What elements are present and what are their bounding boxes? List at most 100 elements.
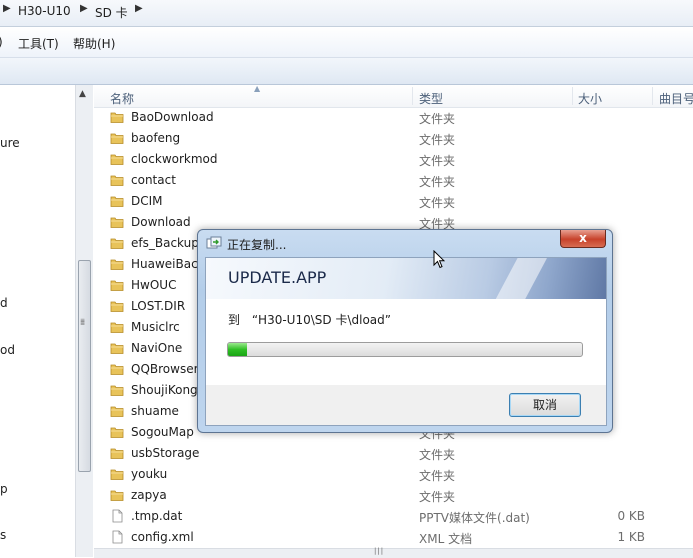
folder-icon bbox=[110, 236, 124, 250]
file-name: contact bbox=[131, 173, 176, 187]
menu-bar: ) 工具(T) 帮助(H) bbox=[0, 27, 693, 58]
file-name: HuaweiBack bbox=[131, 257, 205, 271]
nav-item[interactable]: d bbox=[0, 296, 8, 310]
file-row[interactable]: clockworkmod 文件夹 bbox=[94, 149, 693, 170]
folder-icon bbox=[110, 173, 124, 187]
copy-progress-dialog: 正在复制... x UPDATE.APP 到 “H30-U10\SD 卡\dlo… bbox=[197, 229, 613, 433]
address-bar[interactable]: ▶ H30-U10 ▶ SD 卡 ▶ bbox=[0, 0, 693, 27]
file-type: 文件夹 bbox=[419, 175, 456, 189]
file-type: 文件夹 bbox=[419, 448, 456, 462]
file-name: shuame bbox=[131, 404, 179, 418]
breadcrumb-h30-u10[interactable]: H30-U10 bbox=[18, 4, 71, 18]
nav-item[interactable]: od bbox=[0, 343, 15, 357]
file-type: 文件夹 bbox=[419, 112, 456, 126]
menu-item-tools[interactable]: 工具(T) bbox=[18, 35, 59, 52]
breadcrumb-separator-icon[interactable]: ▶ bbox=[3, 3, 11, 14]
column-divider[interactable] bbox=[412, 87, 413, 105]
command-toolbar bbox=[0, 58, 693, 85]
scroll-up-icon[interactable]: ▲ bbox=[79, 89, 86, 99]
menu-item-partial[interactable]: ) bbox=[0, 35, 3, 49]
folder-icon bbox=[110, 110, 124, 124]
folder-icon bbox=[110, 194, 124, 208]
folder-icon bbox=[110, 152, 124, 166]
file-name: youku bbox=[131, 467, 168, 481]
file-name: LOST.DIR bbox=[131, 299, 186, 313]
file-name: baofeng bbox=[131, 131, 181, 145]
column-divider[interactable] bbox=[572, 87, 573, 105]
destination-prefix: 到 bbox=[228, 313, 241, 327]
breadcrumb-separator-icon[interactable]: ▶ bbox=[80, 3, 88, 14]
folder-icon bbox=[110, 131, 124, 145]
scrollbar-thumb[interactable] bbox=[78, 260, 91, 472]
folder-icon bbox=[110, 278, 124, 292]
folder-icon bbox=[110, 320, 124, 334]
column-header-track[interactable]: 曲目号 bbox=[659, 90, 693, 107]
file-name: BaoDownload bbox=[131, 110, 214, 124]
scrollbar-grip-icon: ||| bbox=[374, 547, 385, 555]
file-name: efs_Backup bbox=[131, 236, 199, 250]
file-row[interactable]: .tmp.dat PPTV媒体文件(.dat) 0 KB bbox=[94, 506, 693, 527]
file-row[interactable]: youku 文件夹 bbox=[94, 464, 693, 485]
file-type: 文件夹 bbox=[419, 469, 456, 483]
folder-icon bbox=[110, 299, 124, 313]
file-type: PPTV媒体文件(.dat) bbox=[419, 511, 530, 525]
file-type: 文件夹 bbox=[419, 196, 456, 210]
column-header-row: ▲ 名称 类型 大小 曲目号 bbox=[94, 84, 693, 108]
file-name: usbStorage bbox=[131, 446, 200, 460]
folder-icon bbox=[110, 488, 124, 502]
file-name: zapya bbox=[131, 488, 167, 502]
file-name: HwOUC bbox=[131, 278, 177, 292]
file-name: NaviOne bbox=[131, 341, 183, 355]
column-divider[interactable] bbox=[652, 87, 653, 105]
breadcrumb-sd-card[interactable]: SD 卡 bbox=[95, 4, 128, 21]
column-header-name[interactable]: 名称 bbox=[110, 90, 134, 107]
copy-icon bbox=[206, 236, 222, 249]
navigation-pane: ure d od p s bbox=[0, 85, 75, 557]
mouse-cursor-icon bbox=[433, 250, 445, 269]
folder-icon bbox=[110, 341, 124, 355]
file-size: 1 KB bbox=[617, 530, 645, 544]
breadcrumb-separator-icon[interactable]: ▶ bbox=[135, 3, 143, 14]
folder-icon bbox=[110, 257, 124, 271]
file-row[interactable]: usbStorage 文件夹 bbox=[94, 443, 693, 464]
file-size: 0 KB bbox=[617, 509, 645, 523]
scrollbar-grip-icon: ≡ ≡ bbox=[79, 317, 86, 327]
menu-item-help[interactable]: 帮助(H) bbox=[73, 35, 115, 52]
nav-item[interactable]: p bbox=[0, 482, 8, 496]
nav-item[interactable]: ure bbox=[0, 136, 20, 150]
sort-ascending-icon: ▲ bbox=[254, 84, 261, 93]
file-name: .tmp.dat bbox=[131, 509, 183, 523]
file-type: XML 文档 bbox=[419, 532, 473, 546]
file-row[interactable]: baofeng 文件夹 bbox=[94, 128, 693, 149]
file-row[interactable]: config.xml XML 文档 1 KB bbox=[94, 527, 693, 548]
file-name: Musiclrc bbox=[131, 320, 180, 334]
file-row[interactable]: DCIM 文件夹 bbox=[94, 191, 693, 212]
file-row[interactable]: zapya 文件夹 bbox=[94, 485, 693, 506]
file-type: 文件夹 bbox=[419, 133, 456, 147]
folder-icon bbox=[110, 425, 124, 439]
column-header-type[interactable]: 类型 bbox=[419, 90, 443, 107]
file-type: 文件夹 bbox=[419, 154, 456, 168]
file-name: DCIM bbox=[131, 194, 163, 208]
progress-fill bbox=[228, 343, 248, 356]
nav-item[interactable]: s bbox=[0, 528, 6, 542]
folder-icon bbox=[110, 404, 124, 418]
dialog-title: 正在复制... bbox=[227, 238, 287, 252]
destination-text: 到 “H30-U10\SD 卡\dload” bbox=[228, 311, 391, 328]
file-name: QQBrowser bbox=[131, 362, 199, 376]
file-name: ShoujiKong bbox=[131, 383, 198, 397]
column-header-size[interactable]: 大小 bbox=[578, 90, 602, 107]
folder-icon bbox=[110, 446, 124, 460]
file-icon bbox=[110, 509, 124, 523]
folder-icon bbox=[110, 467, 124, 481]
file-name: clockworkmod bbox=[131, 152, 218, 166]
file-row[interactable]: BaoDownload 文件夹 bbox=[94, 107, 693, 128]
dialog-body: UPDATE.APP 到 “H30-U10\SD 卡\dload” 取消 bbox=[205, 257, 607, 426]
copying-file-name: UPDATE.APP bbox=[228, 268, 327, 287]
file-icon bbox=[110, 530, 124, 544]
cancel-button[interactable]: 取消 bbox=[509, 393, 581, 417]
file-name: Download bbox=[131, 215, 191, 229]
navigation-scrollbar[interactable]: ▲ ≡ ≡ bbox=[75, 85, 93, 557]
file-row[interactable]: contact 文件夹 bbox=[94, 170, 693, 191]
close-button[interactable]: x bbox=[560, 230, 606, 248]
